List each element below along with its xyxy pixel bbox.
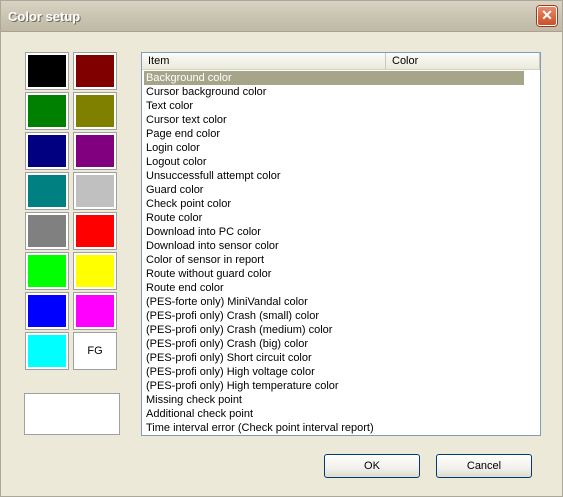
list-item[interactable]: Guard color bbox=[144, 183, 540, 197]
list-item[interactable]: Additional check point bbox=[144, 407, 540, 421]
list-item[interactable]: Unsuccessfull attempt color bbox=[144, 169, 540, 183]
color-preview bbox=[24, 393, 120, 435]
color-swatch[interactable] bbox=[25, 132, 69, 170]
color-swatch[interactable] bbox=[73, 92, 117, 130]
list-item[interactable]: Route end color bbox=[144, 281, 540, 295]
list-item[interactable]: Login color bbox=[144, 141, 540, 155]
list-item[interactable]: Time interval error (Check point interva… bbox=[144, 421, 540, 435]
list-item[interactable]: Check point color bbox=[144, 197, 540, 211]
window-title: Color setup bbox=[8, 9, 81, 24]
close-icon: ✕ bbox=[541, 7, 553, 23]
color-palette: FG bbox=[24, 51, 120, 371]
list-item[interactable]: Text color bbox=[144, 99, 540, 113]
color-swatch[interactable] bbox=[25, 172, 69, 210]
list-item[interactable]: Route without guard color bbox=[144, 267, 540, 281]
color-swatch[interactable] bbox=[25, 292, 69, 330]
list-item[interactable]: (PES-profi only) Crash (big) color bbox=[144, 337, 540, 351]
title-bar: Color setup ✕ bbox=[1, 1, 562, 32]
color-swatch[interactable] bbox=[73, 172, 117, 210]
list-item[interactable]: (PES-profi only) Short circuit color bbox=[144, 351, 540, 365]
list-item[interactable]: Page end color bbox=[144, 127, 540, 141]
color-swatch[interactable] bbox=[73, 212, 117, 250]
list-item[interactable]: Route color bbox=[144, 211, 540, 225]
color-swatch[interactable] bbox=[25, 332, 69, 370]
list-item[interactable]: Cursor background color bbox=[144, 85, 540, 99]
list-item[interactable]: Download into PC color bbox=[144, 225, 540, 239]
list-item[interactable]: Download into sensor color bbox=[144, 239, 540, 253]
list-item[interactable]: (PES-profi only) Crash (medium) color bbox=[144, 323, 540, 337]
list-rows: Background color Cursor background color T… bbox=[144, 71, 540, 435]
list-item[interactable]: Color of sensor in report bbox=[144, 253, 540, 267]
cancel-button[interactable]: Cancel bbox=[436, 454, 532, 478]
ok-button[interactable]: OK bbox=[324, 454, 420, 478]
close-button[interactable]: ✕ bbox=[537, 6, 557, 26]
list-item[interactable]: (PES-forte only) MiniVandal color bbox=[144, 295, 540, 309]
color-swatch[interactable] bbox=[25, 212, 69, 250]
color-swatch[interactable] bbox=[25, 52, 69, 90]
list-item[interactable]: Missing check point bbox=[144, 393, 540, 407]
color-swatch[interactable] bbox=[73, 132, 117, 170]
list-header: Item Color bbox=[142, 53, 540, 70]
list-item[interactable]: (PES-profi only) High temperature color bbox=[144, 379, 540, 393]
color-swatch[interactable] bbox=[25, 252, 69, 290]
color-swatch[interactable] bbox=[25, 92, 69, 130]
list-item[interactable]: Cursor text color bbox=[144, 113, 540, 127]
list-item[interactable]: Logout color bbox=[144, 155, 540, 169]
color-swatch[interactable] bbox=[73, 292, 117, 330]
color-swatch[interactable] bbox=[73, 52, 117, 90]
column-header-item[interactable]: Item bbox=[142, 53, 386, 69]
color-swatch[interactable] bbox=[73, 252, 117, 290]
color-swatch[interactable]: FG bbox=[73, 332, 117, 370]
list-item[interactable]: (PES-profi only) High voltage color bbox=[144, 365, 540, 379]
color-setup-dialog: Color setup ✕ FG Item Color Background c… bbox=[0, 0, 563, 497]
column-header-color[interactable]: Color bbox=[386, 53, 540, 69]
list-item[interactable]: (PES-profi only) Crash (small) color bbox=[144, 309, 540, 323]
list-item[interactable]: Background color bbox=[144, 71, 524, 85]
color-item-list[interactable]: Item Color Background color Cursor backgr… bbox=[141, 52, 541, 436]
